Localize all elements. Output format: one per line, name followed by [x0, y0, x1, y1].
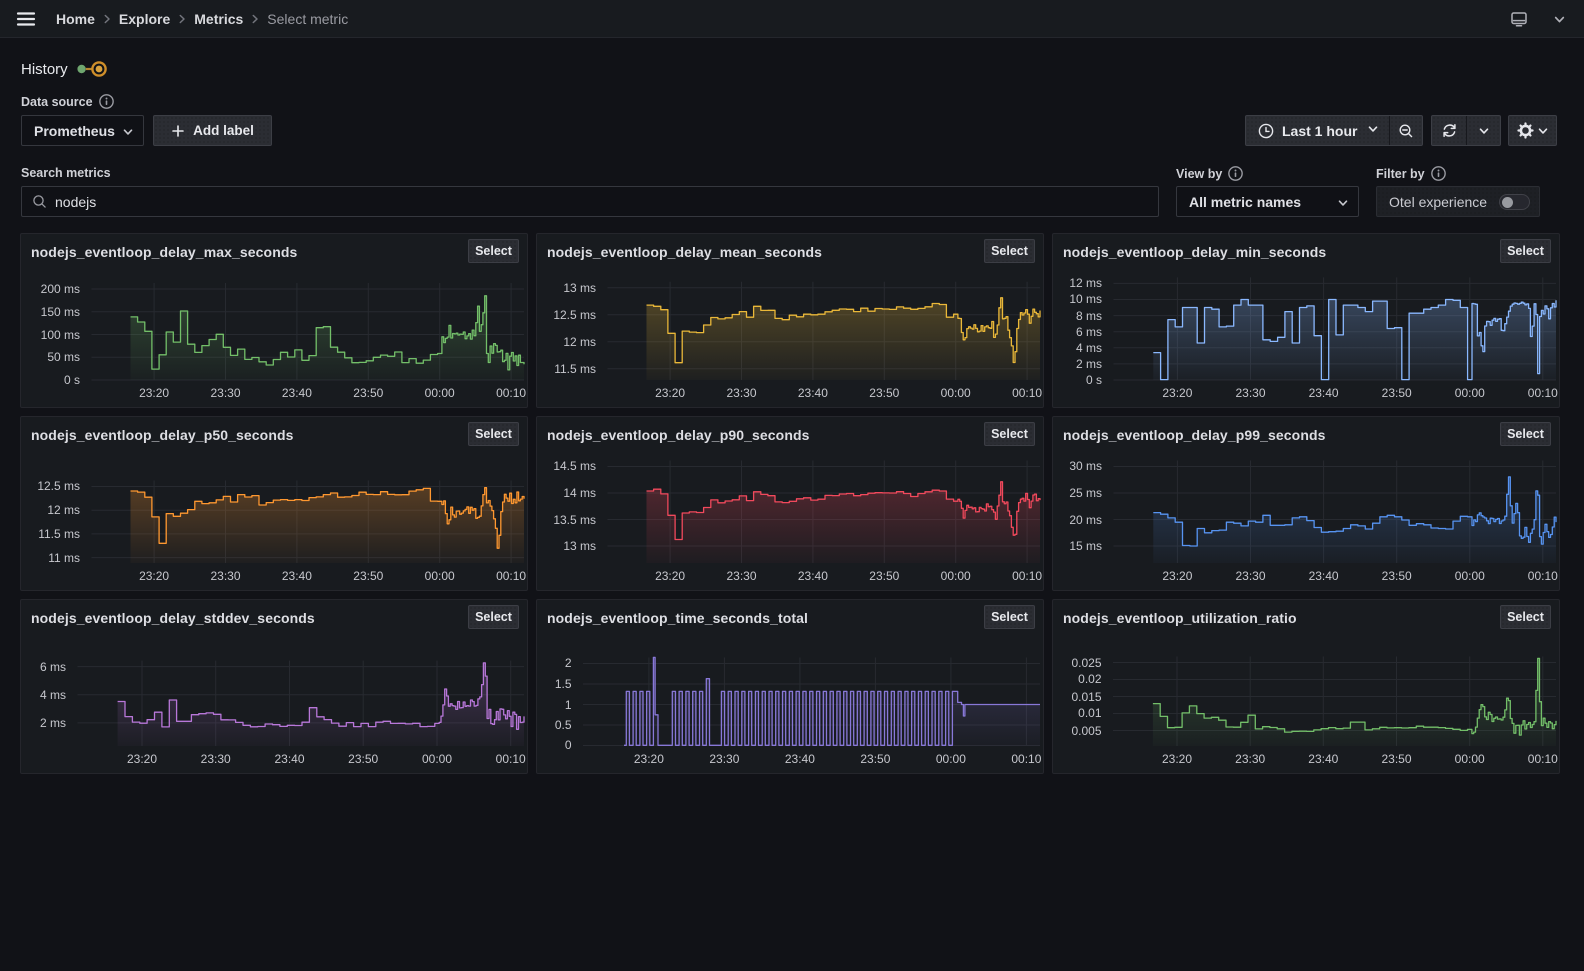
svg-text:6 ms: 6 ms [1076, 325, 1102, 339]
svg-text:00:00: 00:00 [422, 752, 452, 766]
svg-text:23:20: 23:20 [1162, 752, 1192, 766]
svg-text:23:50: 23:50 [353, 386, 383, 400]
svg-text:8 ms: 8 ms [1076, 309, 1102, 323]
svg-text:23:50: 23:50 [860, 752, 890, 766]
svg-text:0 s: 0 s [1086, 373, 1102, 387]
svg-text:4 ms: 4 ms [40, 688, 66, 702]
svg-text:12 ms: 12 ms [47, 503, 80, 517]
svg-text:23:40: 23:40 [785, 752, 815, 766]
svg-text:23:50: 23:50 [869, 569, 899, 583]
svg-text:23:40: 23:40 [798, 386, 828, 400]
svg-text:23:20: 23:20 [1162, 569, 1192, 583]
svg-text:00:00: 00:00 [936, 752, 966, 766]
svg-text:11.5 ms: 11.5 ms [554, 362, 596, 376]
svg-text:14.5 ms: 14.5 ms [553, 459, 596, 473]
svg-text:12.5 ms: 12.5 ms [553, 308, 596, 322]
svg-text:23:40: 23:40 [282, 386, 312, 400]
svg-text:23:20: 23:20 [139, 386, 169, 400]
svg-text:0: 0 [565, 738, 572, 752]
svg-text:23:30: 23:30 [1235, 752, 1265, 766]
svg-text:23:50: 23:50 [1382, 386, 1412, 400]
svg-text:50 ms: 50 ms [47, 350, 80, 364]
svg-text:0.01: 0.01 [1078, 706, 1102, 720]
svg-text:0.005: 0.005 [1071, 724, 1101, 738]
svg-text:23:40: 23:40 [798, 569, 828, 583]
svg-text:23:20: 23:20 [127, 752, 157, 766]
svg-text:23:30: 23:30 [1235, 569, 1265, 583]
svg-text:23:50: 23:50 [1381, 752, 1411, 766]
svg-text:00:00: 00:00 [425, 386, 455, 400]
svg-text:00:00: 00:00 [425, 569, 455, 583]
svg-text:23:30: 23:30 [726, 569, 756, 583]
svg-text:23:30: 23:30 [210, 386, 240, 400]
svg-text:0.02: 0.02 [1078, 672, 1102, 686]
svg-text:23:20: 23:20 [634, 752, 664, 766]
svg-text:0.025: 0.025 [1071, 656, 1101, 670]
svg-text:4 ms: 4 ms [1076, 341, 1102, 355]
svg-text:1.5: 1.5 [555, 677, 572, 691]
svg-text:25 ms: 25 ms [1069, 486, 1102, 500]
svg-text:00:00: 00:00 [1455, 569, 1485, 583]
svg-text:23:30: 23:30 [1235, 386, 1265, 400]
svg-text:11.5 ms: 11.5 ms [38, 527, 80, 541]
svg-text:12.5 ms: 12.5 ms [37, 479, 80, 493]
svg-text:23:20: 23:20 [139, 569, 169, 583]
svg-text:2: 2 [565, 656, 572, 670]
svg-text:100 ms: 100 ms [41, 328, 80, 342]
svg-text:150 ms: 150 ms [41, 305, 80, 319]
svg-text:00:00: 00:00 [1455, 752, 1485, 766]
svg-text:2 ms: 2 ms [1076, 357, 1102, 371]
svg-text:23:30: 23:30 [709, 752, 739, 766]
svg-text:23:40: 23:40 [1309, 569, 1339, 583]
svg-text:00:10: 00:10 [496, 569, 526, 583]
svg-text:00:10: 00:10 [1528, 569, 1558, 583]
svg-text:00:00: 00:00 [941, 569, 971, 583]
svg-text:23:20: 23:20 [1162, 386, 1192, 400]
svg-text:6 ms: 6 ms [40, 660, 66, 674]
svg-text:30 ms: 30 ms [1069, 459, 1102, 473]
svg-text:00:00: 00:00 [1455, 386, 1485, 400]
svg-text:15 ms: 15 ms [1069, 539, 1102, 553]
svg-text:23:40: 23:40 [274, 752, 304, 766]
svg-text:200 ms: 200 ms [41, 282, 80, 296]
svg-text:11 ms: 11 ms [48, 551, 80, 565]
svg-text:00:10: 00:10 [496, 752, 526, 766]
svg-text:20 ms: 20 ms [1069, 513, 1102, 527]
svg-text:23:50: 23:50 [1382, 569, 1412, 583]
svg-text:23:20: 23:20 [655, 569, 685, 583]
svg-text:14 ms: 14 ms [563, 486, 596, 500]
svg-text:23:40: 23:40 [1309, 386, 1339, 400]
svg-text:1: 1 [565, 698, 572, 712]
svg-text:23:30: 23:30 [201, 752, 231, 766]
svg-text:12 ms: 12 ms [563, 335, 596, 349]
svg-text:23:40: 23:40 [282, 569, 312, 583]
svg-text:23:20: 23:20 [655, 386, 685, 400]
svg-text:12 ms: 12 ms [1069, 276, 1102, 290]
svg-text:10 ms: 10 ms [1069, 292, 1102, 306]
svg-text:23:50: 23:50 [348, 752, 378, 766]
svg-text:0.015: 0.015 [1071, 690, 1101, 704]
svg-text:23:30: 23:30 [210, 569, 240, 583]
svg-text:00:10: 00:10 [496, 386, 526, 400]
svg-text:23:50: 23:50 [353, 569, 383, 583]
svg-text:00:10: 00:10 [1011, 752, 1041, 766]
svg-text:23:30: 23:30 [726, 386, 756, 400]
svg-text:13.5 ms: 13.5 ms [553, 513, 596, 527]
svg-text:13 ms: 13 ms [563, 281, 596, 295]
svg-text:00:10: 00:10 [1528, 752, 1558, 766]
svg-text:2 ms: 2 ms [40, 716, 66, 730]
svg-text:13 ms: 13 ms [563, 539, 596, 553]
svg-text:0.5: 0.5 [555, 718, 572, 732]
svg-text:00:00: 00:00 [941, 386, 971, 400]
svg-text:00:10: 00:10 [1528, 386, 1558, 400]
svg-text:23:40: 23:40 [1308, 752, 1338, 766]
svg-text:00:10: 00:10 [1012, 386, 1042, 400]
svg-text:23:50: 23:50 [869, 386, 899, 400]
svg-text:00:10: 00:10 [1012, 569, 1042, 583]
svg-text:0 s: 0 s [64, 373, 80, 387]
